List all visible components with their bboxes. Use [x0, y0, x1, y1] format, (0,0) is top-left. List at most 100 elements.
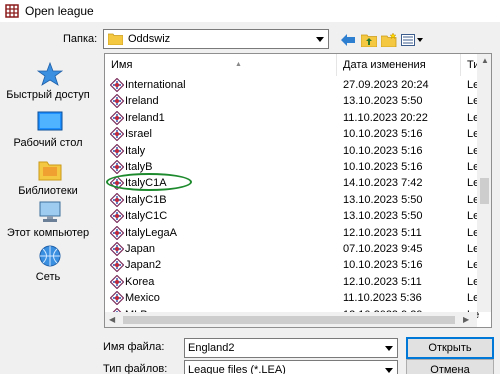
file-date: 11.10.2023 5:36	[343, 292, 422, 305]
file-row[interactable]: International 27.09.2023 20:24 Le	[105, 77, 479, 93]
file-row[interactable]: Japan2 10.10.2023 5:16 Le	[105, 257, 479, 273]
file-name: International	[125, 79, 186, 91]
file-row[interactable]: ItalyC1B 13.10.2023 5:50 Le	[105, 192, 479, 208]
place-label: Рабочий стол	[13, 137, 83, 149]
league-file-icon	[110, 242, 124, 256]
back-button[interactable]	[340, 32, 356, 48]
app-icon	[5, 4, 19, 18]
vertical-scrollbar[interactable]: ▲	[477, 54, 491, 312]
filetype-combo[interactable]: League files (*.LEA)	[184, 360, 398, 374]
cancel-button[interactable]: Отмена	[406, 359, 494, 374]
file-row[interactable]: Ireland 13.10.2023 5:50 Le	[105, 93, 479, 109]
file-name: Ireland	[125, 95, 159, 108]
star-icon	[37, 62, 63, 86]
filename-combo[interactable]: England2	[184, 338, 398, 358]
column-date-label: Дата изменения	[343, 59, 426, 71]
place-desktop[interactable]: Рабочий стол	[0, 104, 96, 159]
league-file-icon	[110, 94, 124, 109]
file-date: 12.10.2023 5:11	[343, 226, 422, 239]
new-folder-icon	[381, 33, 397, 47]
place-label: Сеть	[35, 271, 61, 283]
up-folder-button[interactable]	[360, 32, 378, 48]
filetype-dropdown-button[interactable]	[381, 361, 397, 374]
lookin-label: Папка:	[63, 33, 98, 45]
scroll-left-icon[interactable]: ◀	[109, 315, 115, 324]
file-name: Ireland1	[125, 111, 165, 124]
column-header-name[interactable]: Имя ▲	[105, 54, 337, 76]
filename-dropdown-button[interactable]	[381, 339, 397, 357]
file-name: ItalyLegaA	[125, 226, 177, 239]
file-name: Israel	[125, 128, 152, 141]
scroll-up-icon[interactable]: ▲	[481, 56, 489, 65]
filename-value: England2	[188, 342, 235, 354]
place-label: Быстрый доступ	[6, 89, 90, 101]
file-row[interactable]: Mexico 11.10.2023 5:36 Le	[105, 290, 479, 306]
lookin-row: Папка: Oddswiz	[0, 27, 500, 51]
chevron-down-icon	[316, 36, 324, 42]
lookin-dropdown-button[interactable]	[312, 30, 328, 48]
view-menu-button[interactable]	[400, 32, 424, 48]
league-file-icon	[110, 274, 124, 289]
place-network[interactable]: Сеть	[0, 238, 96, 293]
horizontal-scroll-thumb[interactable]	[123, 316, 455, 324]
file-name: Mexico	[125, 292, 160, 305]
file-row[interactable]: ItalyC1A 14.10.2023 7:42 Le	[105, 175, 479, 191]
horizontal-scrollbar[interactable]: ◀ ▶	[105, 312, 477, 327]
file-row[interactable]: Israel 10.10.2023 5:16 Le	[105, 126, 479, 142]
column-header-date[interactable]: Дата изменения	[337, 54, 461, 76]
league-file-icon	[110, 258, 124, 273]
column-name-label: Имя	[111, 59, 133, 71]
file-date: 13.10.2023 5:50	[343, 210, 423, 223]
filename-row: Имя файла: England2 Открыть	[0, 337, 500, 359]
file-name: Japan	[125, 243, 155, 255]
league-file-icon	[110, 127, 124, 142]
file-row[interactable]: ItalyC1C 13.10.2023 5:50 Le	[105, 208, 479, 224]
league-file-icon	[110, 176, 124, 191]
league-file-icon	[110, 110, 124, 125]
place-quick-access[interactable]: Быстрый доступ	[0, 56, 96, 111]
file-date: 07.10.2023 9:45	[343, 243, 423, 255]
open-button[interactable]: Открыть	[406, 337, 494, 359]
file-date: 11.10.2023 20:22	[343, 111, 428, 124]
file-name: Japan2	[125, 259, 162, 272]
view-menu-icon	[401, 34, 423, 46]
file-row[interactable]: Korea 12.10.2023 5:11 Le	[105, 274, 479, 290]
league-file-icon	[110, 225, 124, 240]
file-row[interactable]: Ireland1 11.10.2023 20:22 Le	[105, 110, 479, 126]
libraries-icon	[38, 161, 62, 181]
desktop-icon	[37, 111, 63, 131]
chevron-down-icon	[385, 345, 393, 351]
file-date: 14.10.2023 7:42	[343, 177, 423, 190]
league-file-icon	[110, 209, 124, 224]
lookin-value: Oddswiz	[128, 33, 171, 45]
scroll-right-icon[interactable]: ▶	[463, 315, 469, 324]
league-file-icon	[110, 160, 124, 174]
lookin-combo[interactable]: Oddswiz	[103, 29, 329, 49]
file-row[interactable]: ItalyB 10.10.2023 5:16 Le	[105, 159, 479, 175]
file-row[interactable]: Japan 07.10.2023 9:45 Le	[105, 241, 479, 257]
computer-icon	[39, 201, 61, 222]
file-row[interactable]: ItalyLegaA 12.10.2023 5:11 Le	[105, 225, 479, 241]
file-date: 12.10.2023 5:11	[343, 275, 422, 288]
file-date: 10.10.2023 5:16	[343, 128, 423, 141]
new-folder-button[interactable]	[380, 32, 398, 48]
file-row[interactable]: Italy 10.10.2023 5:16 Le	[105, 143, 479, 159]
file-date: 13.10.2023 5:50	[343, 95, 423, 108]
file-date: 27.09.2023 20:24	[343, 79, 429, 91]
file-date: 13.10.2023 5:50	[343, 193, 423, 206]
file-name: ItalyC1A	[125, 177, 167, 190]
filetype-row: Тип файлов: League files (*.LEA) Отмена	[0, 359, 500, 374]
file-date: 10.10.2023 5:16	[343, 144, 423, 157]
file-name: Korea	[125, 275, 155, 288]
vertical-scroll-thumb[interactable]	[480, 178, 489, 204]
league-file-icon	[110, 291, 124, 306]
file-name: ItalyB	[125, 161, 153, 173]
file-list[interactable]: Имя ▲ Дата изменения Ти International 27.…	[104, 53, 492, 328]
network-icon	[39, 245, 61, 267]
window-title: Open league	[25, 4, 94, 18]
file-name: ItalyC1B	[125, 193, 167, 206]
file-date: 10.10.2023 5:16	[343, 161, 423, 173]
league-file-icon	[110, 143, 124, 158]
league-file-icon	[110, 192, 124, 207]
file-date: 10.10.2023 5:16	[343, 259, 423, 272]
